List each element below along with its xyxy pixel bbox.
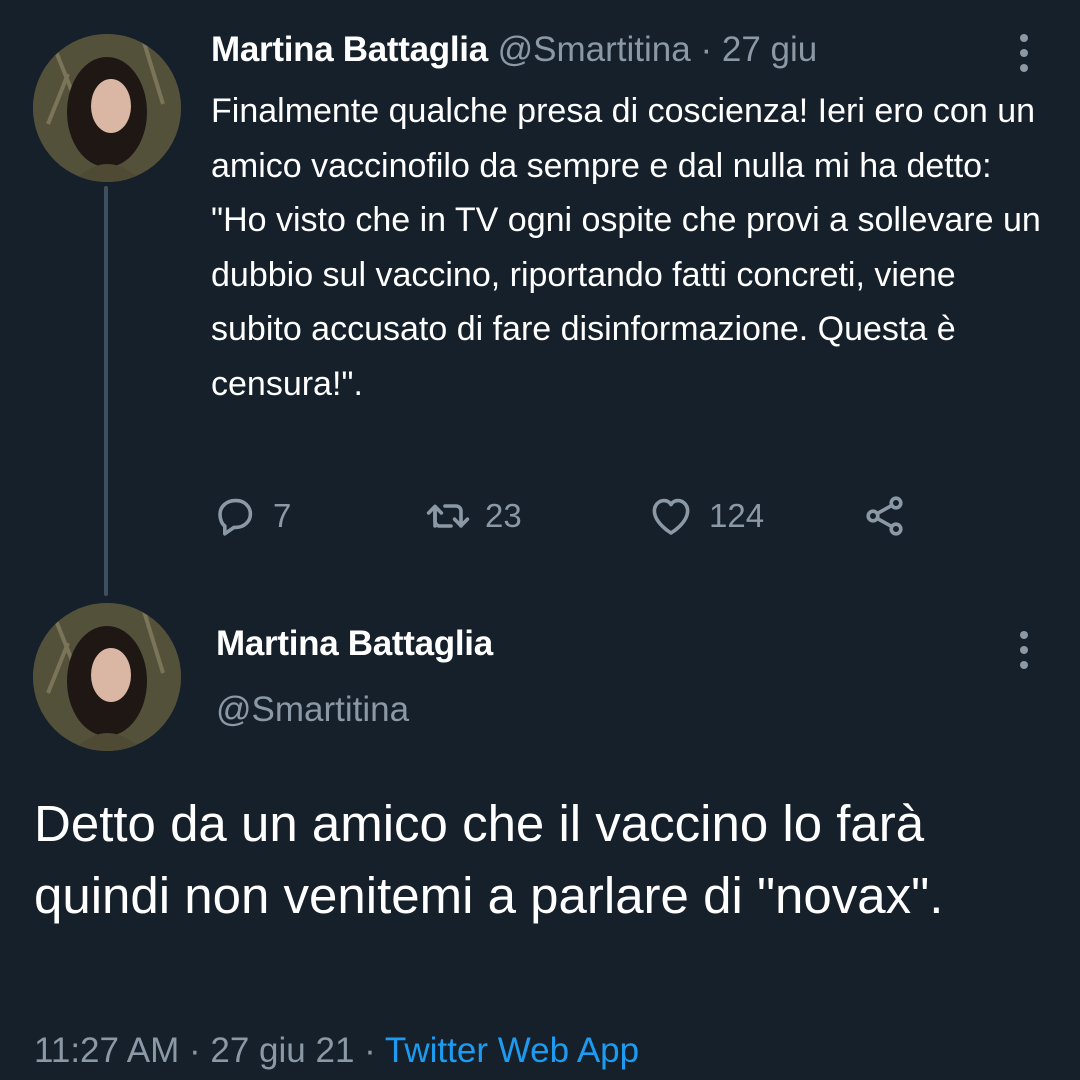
more-options-icon[interactable] bbox=[1019, 34, 1029, 72]
author-handle[interactable]: @Smartitina bbox=[498, 30, 691, 69]
heart-icon bbox=[652, 498, 690, 535]
reply-button[interactable]: 7 bbox=[211, 488, 291, 544]
tweet-actions: 7 23 124 bbox=[211, 488, 931, 544]
avatar[interactable] bbox=[33, 34, 181, 182]
retweet-count: 23 bbox=[485, 497, 522, 534]
reply-icon bbox=[218, 498, 253, 536]
tweet-time[interactable]: 11:27 AM bbox=[34, 1031, 179, 1070]
like-button[interactable]: 124 bbox=[647, 488, 764, 544]
tweet-text: Detto da un amico che il vaccino lo farà… bbox=[34, 795, 944, 924]
tweet-text: Finalmente qualche presa di coscienza! I… bbox=[211, 92, 1041, 403]
tweet-source-link[interactable]: Twitter Web App bbox=[385, 1031, 639, 1070]
like-count: 124 bbox=[709, 497, 765, 534]
author-name[interactable]: Martina Battaglia bbox=[216, 624, 493, 664]
separator-dot: · bbox=[700, 30, 713, 69]
reply-count: 7 bbox=[273, 497, 292, 534]
tweet-header: Martina Battaglia @Smartitina · 27 giu bbox=[211, 30, 817, 70]
separator-dot: · bbox=[189, 1031, 201, 1070]
separator-dot: · bbox=[364, 1031, 376, 1070]
retweet-button[interactable]: 23 bbox=[423, 488, 522, 544]
thread-line bbox=[104, 186, 108, 596]
tweet-date[interactable]: 27 giu 21 bbox=[210, 1031, 354, 1070]
more-options-icon[interactable] bbox=[1019, 631, 1029, 669]
avatar-photo bbox=[33, 603, 181, 751]
share-button[interactable] bbox=[861, 488, 909, 544]
tweet-date[interactable]: 27 giu bbox=[722, 30, 817, 69]
avatar[interactable] bbox=[33, 603, 181, 751]
tweet-metadata: 11:27 AM · 27 giu 21 · Twitter Web App bbox=[34, 1028, 639, 1074]
share-icon bbox=[866, 496, 903, 536]
avatar-photo bbox=[33, 34, 181, 182]
retweet-icon bbox=[426, 504, 470, 528]
author-handle[interactable]: @Smartitina bbox=[216, 690, 409, 730]
author-name[interactable]: Martina Battaglia bbox=[211, 30, 488, 69]
